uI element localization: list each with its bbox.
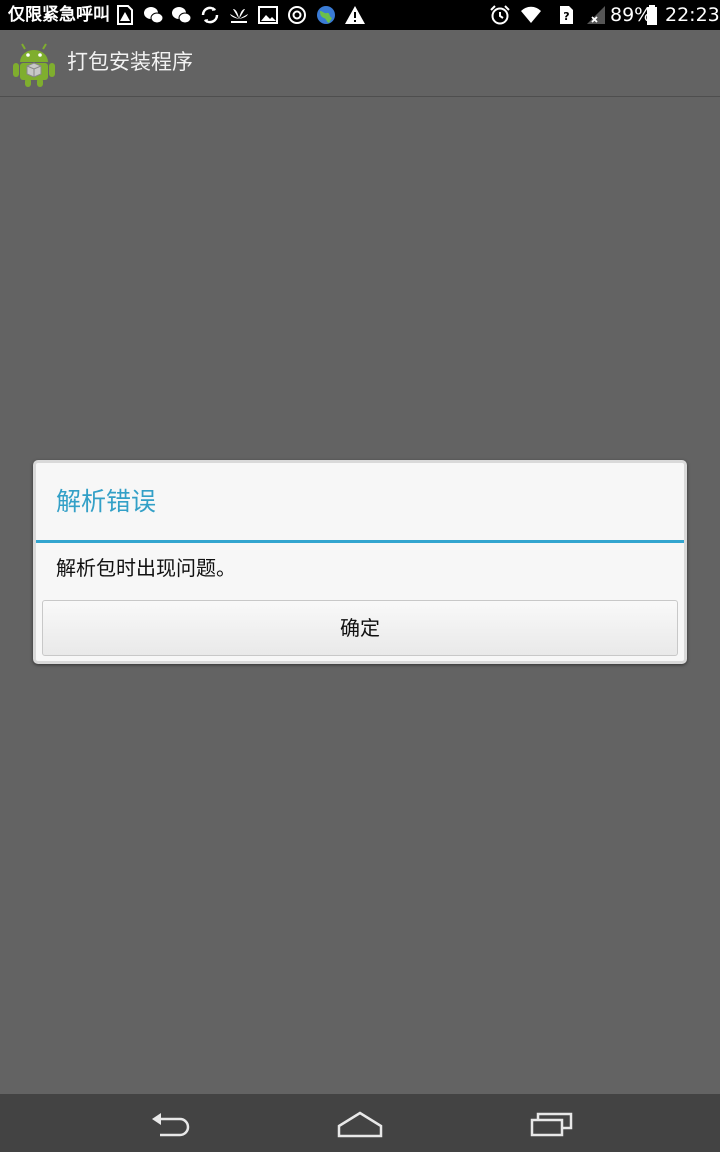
wechat-icon [170,4,192,26]
home-icon[interactable] [330,1106,390,1140]
android-package-icon [12,40,56,88]
sim-unknown-icon: ? [555,4,577,26]
back-icon[interactable] [140,1106,200,1140]
svg-text:?: ? [563,10,569,23]
huawei-icon [228,4,250,26]
clock: 22:23 [665,4,720,26]
error-dialog: 解析错误 解析包时出现问题。 确定 [33,460,687,664]
image-icon [257,4,279,26]
alert-icon [344,4,366,26]
dialog-message: 解析包时出现问题。 [56,556,236,580]
battery-icon [646,4,658,26]
action-bar: 打包安装程序 [0,30,720,97]
alarm-icon [489,4,511,26]
wifi-icon [520,4,542,26]
ok-button[interactable]: 确定 [42,600,678,656]
dialog-title: 解析错误 [56,487,157,516]
signal-none-icon [585,4,607,26]
globe-icon [315,4,337,26]
dialog-divider [36,540,684,543]
wechat-icon [142,4,164,26]
status-bar: 仅限紧急呼叫 ? 89% 22:23 [0,0,720,30]
app-title: 打包安装程序 [67,50,193,74]
settings-ring-icon [286,4,308,26]
navigation-bar [0,1094,720,1152]
recent-apps-icon[interactable] [521,1106,581,1140]
warning-doc-icon [114,4,136,26]
sync-icon [199,4,221,26]
carrier-text: 仅限紧急呼叫 [8,5,110,25]
